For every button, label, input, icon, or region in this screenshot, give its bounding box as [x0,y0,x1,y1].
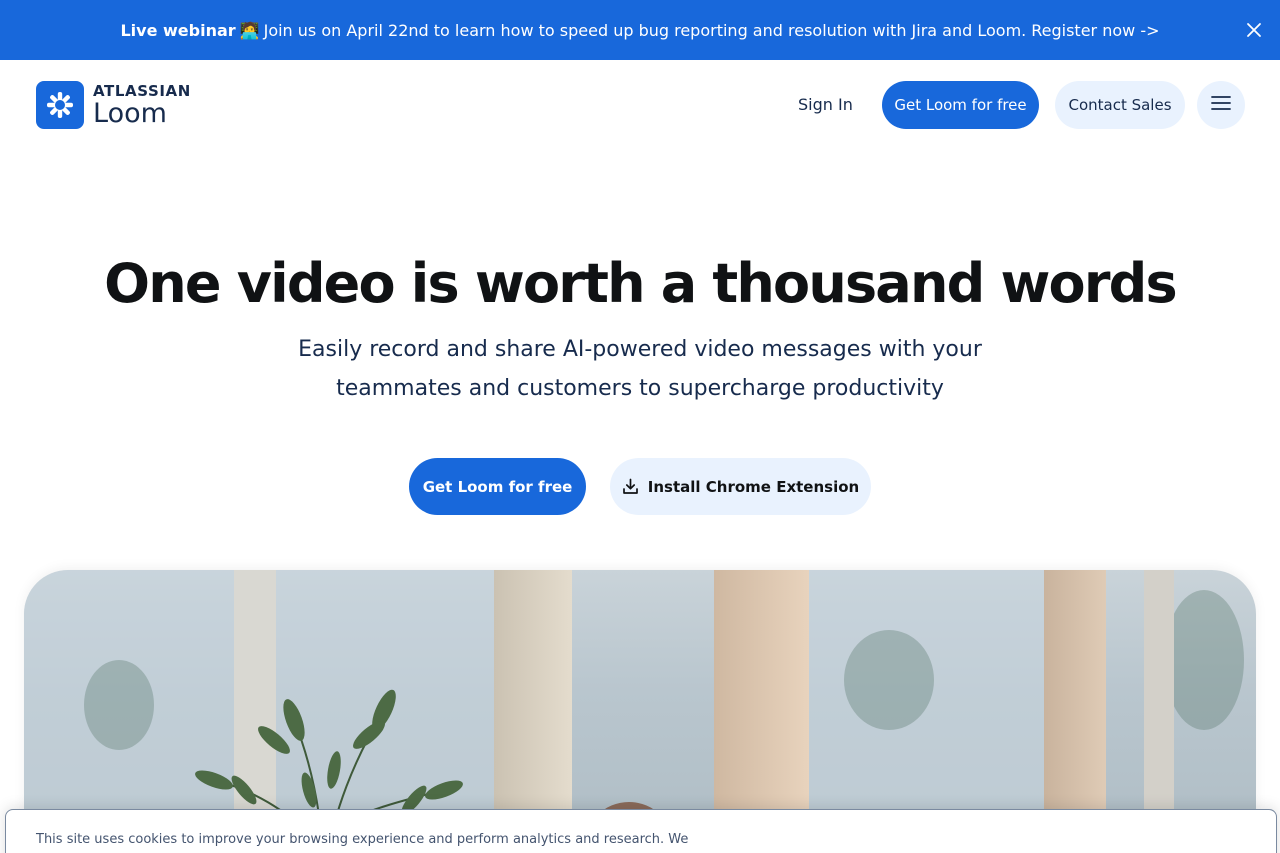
hamburger-icon [1211,95,1231,115]
install-chrome-extension-label: Install Chrome Extension [647,477,860,496]
hero-get-loom-button[interactable]: Get Loom for free [409,458,586,515]
cookie-text: This site uses cookies to improve your b… [36,832,689,853]
banner-register-link[interactable]: Register now -> [1031,21,1159,40]
logo-brand-text: ATLASSIAN [93,81,191,100]
hero-subtitle: Easily record and share AI-powered video… [298,337,982,401]
loom-logo[interactable]: ATLASSIAN Loom [36,81,191,129]
top-nav: ATLASSIAN Loom Sign In Get Loom for free… [0,60,1280,150]
hero-title: One video is worth a thousand words [104,252,1178,315]
announcement-banner: Live webinar 🧑‍💻 Join us on April 22nd t… [0,0,1280,60]
close-icon[interactable] [1242,18,1266,42]
install-chrome-extension-button[interactable]: Install Chrome Extension [610,458,871,515]
sign-in-link[interactable]: Sign In [798,95,853,114]
logo-product-text: Loom [93,97,167,129]
menu-button[interactable] [1197,81,1245,129]
download-icon [622,478,639,495]
contact-sales-button[interactable]: Contact Sales [1055,81,1185,129]
banner-message: Join us on April 22nd to learn how to sp… [263,20,1027,40]
nav-get-loom-button[interactable]: Get Loom for free [882,81,1039,129]
loom-starburst-icon [36,81,84,129]
cookie-banner: This site uses cookies to improve your b… [5,809,1277,853]
banner-emoji: 🧑‍💻 [239,20,260,40]
banner-webinar-label: Live webinar [120,20,236,40]
